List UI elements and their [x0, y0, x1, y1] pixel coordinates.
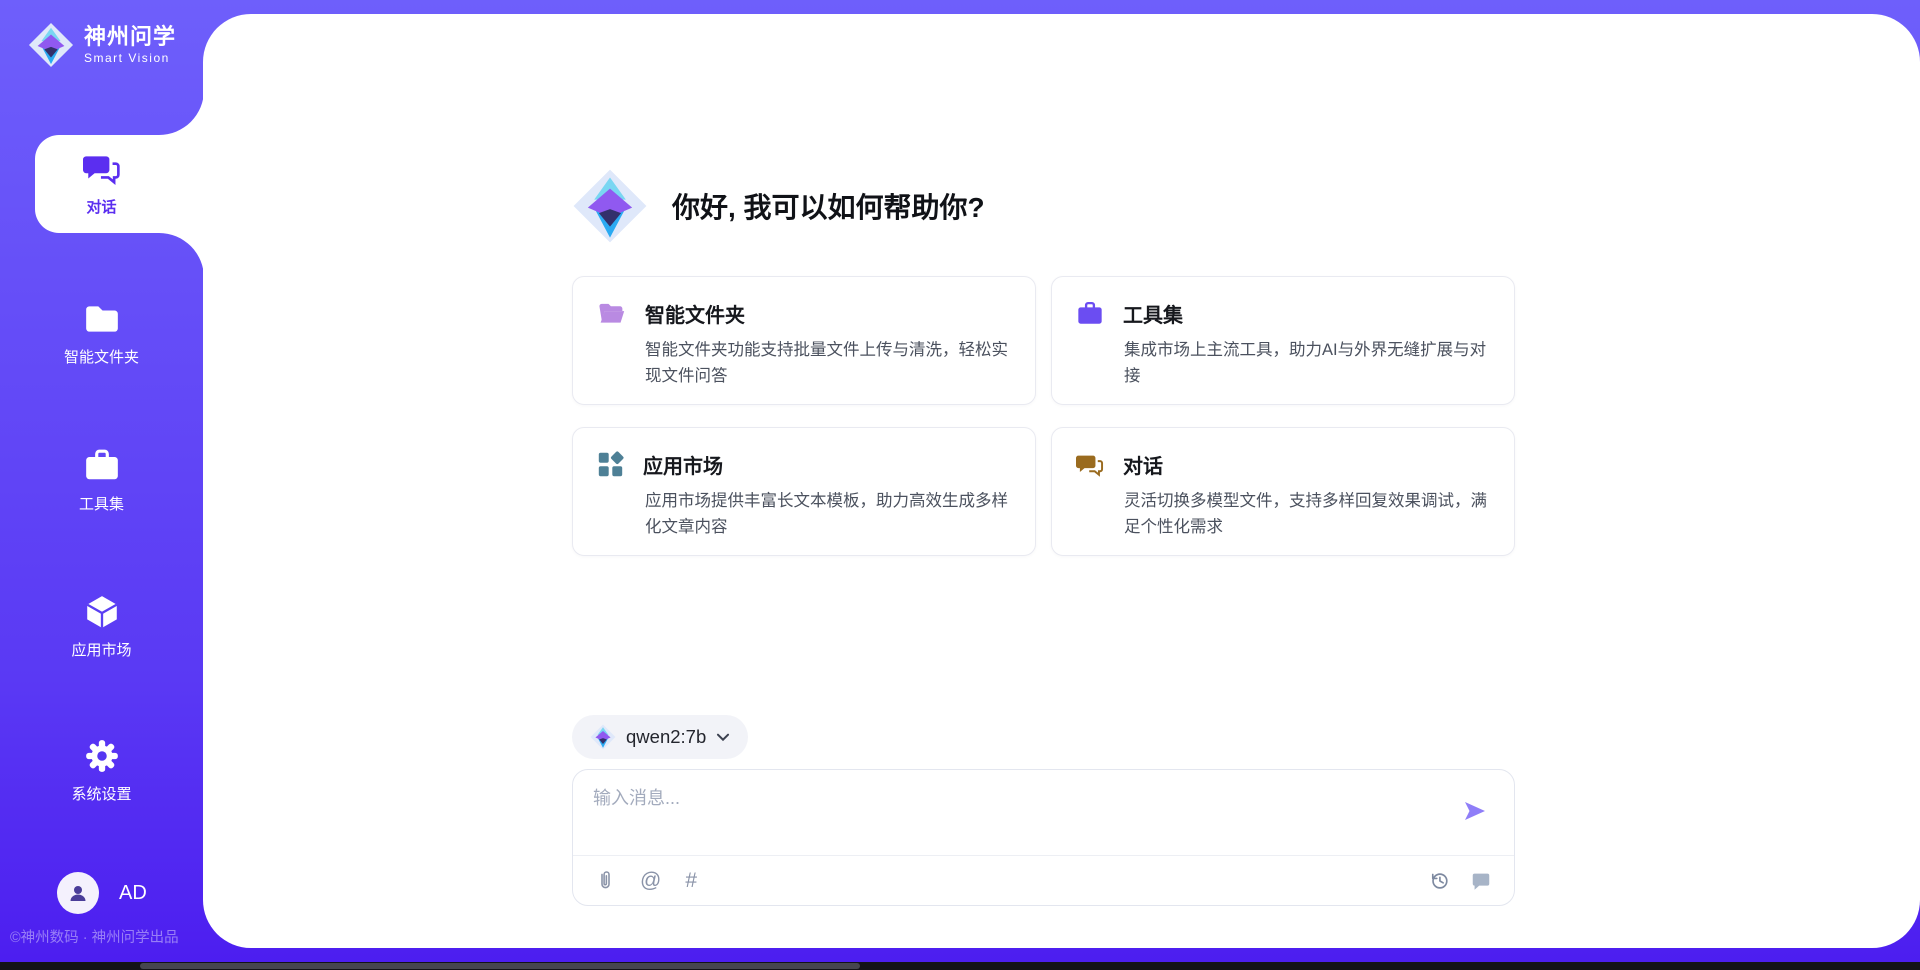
- main-content: 你好, 我可以如何帮助你? 智能文件夹 智能文件夹功能支持批量文件上传与清洗，轻…: [203, 14, 1920, 948]
- conversations-button[interactable]: [1470, 870, 1492, 892]
- card-description: 灵活切换多模型文件，支持多样回复效果调试，满足个性化需求: [1124, 489, 1502, 540]
- card-title: 智能文件夹: [645, 299, 745, 328]
- topic-button[interactable]: #: [685, 870, 697, 891]
- chat-icon: [1076, 451, 1104, 479]
- toolbox-icon: [1076, 300, 1104, 328]
- sidebar-item-smart-folder[interactable]: 智能文件夹: [0, 300, 203, 367]
- assistant-logo-icon: [572, 168, 648, 244]
- sidebar-item-label: 应用市场: [71, 639, 131, 660]
- bottom-edge-bar: [0, 962, 1920, 970]
- message-composer: @ #: [572, 769, 1515, 906]
- card-description: 集成市场上主流工具，助力AI与外界无缝扩展与对接: [1124, 338, 1502, 389]
- user-account[interactable]: AD: [57, 872, 147, 914]
- model-name: qwen2:7b: [626, 726, 706, 748]
- card-title: 对话: [1123, 450, 1163, 479]
- at-icon: @: [640, 870, 661, 891]
- folder-icon: [83, 300, 121, 338]
- toolbox-icon: [83, 447, 121, 485]
- history-button[interactable]: [1428, 870, 1450, 892]
- cube-icon: [83, 593, 121, 631]
- card-toolbox[interactable]: 工具集 集成市场上主流工具，助力AI与外界无缝扩展与对接: [1051, 276, 1515, 405]
- paperclip-icon: [595, 870, 616, 892]
- person-icon: [66, 881, 90, 905]
- copyright-text: ©神州数码 · 神州问学出品: [10, 926, 203, 947]
- sidebar-item-label: 智能文件夹: [64, 346, 139, 367]
- sidebar-item-label: 对话: [86, 196, 116, 217]
- message-input[interactable]: [593, 784, 1453, 844]
- sidebar-item-label: 系统设置: [71, 783, 131, 804]
- mention-button[interactable]: @: [640, 870, 661, 891]
- chevron-down-icon: [716, 733, 730, 742]
- model-selector[interactable]: qwen2:7b: [572, 715, 748, 759]
- history-icon: [1428, 870, 1450, 892]
- chat-icon: [83, 150, 121, 188]
- sidebar-item-chat[interactable]: 对话: [0, 150, 203, 217]
- model-logo-icon: [590, 724, 616, 750]
- brand-name: 神州问学: [84, 25, 176, 49]
- card-app-market[interactable]: 应用市场 应用市场提供丰富长文本模板，助力高效生成多样化文章内容: [572, 427, 1036, 556]
- avatar: [57, 872, 99, 914]
- card-description: 应用市场提供丰富长文本模板，助力高效生成多样化文章内容: [645, 489, 1023, 540]
- sidebar-item-app-market[interactable]: 应用市场: [0, 593, 203, 660]
- card-smart-folder[interactable]: 智能文件夹 智能文件夹功能支持批量文件上传与清洗，轻松实现文件问答: [572, 276, 1036, 405]
- hash-icon: #: [685, 870, 697, 891]
- attachment-button[interactable]: [595, 870, 616, 892]
- sidebar: 神州问学 Smart Vision 对话 智能文件夹 工具集 应用市场: [0, 0, 203, 970]
- grid-icon: [597, 451, 624, 478]
- send-icon[interactable]: [1462, 798, 1488, 824]
- greeting-title: 你好, 我可以如何帮助你?: [672, 186, 985, 226]
- greeting-block: 你好, 我可以如何帮助你?: [572, 168, 985, 244]
- horizontal-scrollbar[interactable]: [140, 963, 860, 969]
- sidebar-item-toolbox[interactable]: 工具集: [0, 447, 203, 514]
- gear-icon: [83, 737, 121, 775]
- folder-open-icon: [597, 299, 626, 328]
- card-title: 工具集: [1123, 299, 1183, 328]
- card-description: 智能文件夹功能支持批量文件上传与清洗，轻松实现文件问答: [645, 338, 1023, 389]
- card-chat[interactable]: 对话 灵活切换多模型文件，支持多样回复效果调试，满足个性化需求: [1051, 427, 1515, 556]
- chat-bubble-icon: [1470, 870, 1492, 892]
- brand: 神州问学 Smart Vision: [28, 22, 176, 68]
- user-name: AD: [119, 882, 147, 905]
- feature-cards: 智能文件夹 智能文件夹功能支持批量文件上传与清洗，轻松实现文件问答 工具集 集成…: [572, 276, 1515, 556]
- brand-logo-icon: [28, 22, 74, 68]
- brand-subtitle: Smart Vision: [84, 51, 176, 65]
- card-title: 应用市场: [643, 450, 723, 479]
- sidebar-item-settings[interactable]: 系统设置: [0, 737, 203, 804]
- sidebar-item-label: 工具集: [79, 493, 124, 514]
